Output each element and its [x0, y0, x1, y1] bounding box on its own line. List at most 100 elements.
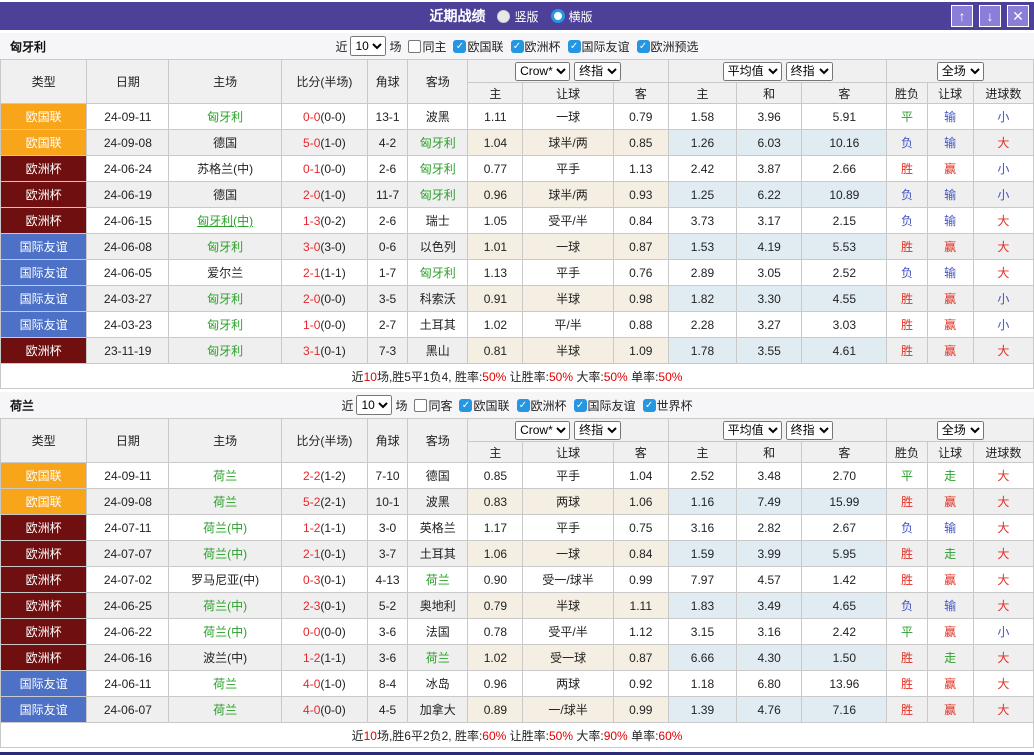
same-home-checkbox[interactable] — [408, 40, 421, 53]
avg-draw: 4.57 — [737, 567, 802, 593]
league-checkbox-1[interactable]: ✓ — [511, 40, 524, 53]
odds-handicap: 平/半 — [523, 312, 613, 338]
summary-segment: 让胜率: — [506, 729, 549, 743]
close-button[interactable]: ✕ — [1007, 5, 1029, 27]
move-up-button[interactable]: ↑ — [951, 5, 973, 27]
odds-away: 0.99 — [613, 697, 668, 723]
matches-label: 场 — [395, 397, 407, 414]
match-row: 国际友谊24-03-23匈牙利1-0(0-0)2-7土耳其1.02平/半0.88… — [1, 312, 1034, 338]
match-date: 24-03-23 — [87, 312, 169, 338]
avg-final-select[interactable]: 终指 — [786, 62, 833, 81]
result-winloss: 胜 — [887, 312, 927, 338]
result-handicap: 赢 — [927, 234, 973, 260]
league-checkbox-0[interactable]: ✓ — [453, 40, 466, 53]
odds-handicap: 半球 — [523, 593, 613, 619]
match-date: 24-06-08 — [87, 234, 169, 260]
radio-icon[interactable] — [551, 9, 565, 23]
avg-company-select[interactable]: 平均值 — [723, 421, 782, 440]
odds-away: 1.13 — [613, 156, 668, 182]
avg-away: 2.70 — [802, 463, 887, 489]
match-row: 欧洲杯24-07-02罗马尼亚(中)0-3(0-1)4-13荷兰0.90受一/球… — [1, 567, 1034, 593]
avg-draw: 3.17 — [737, 208, 802, 234]
league-checkbox-2[interactable]: ✓ — [574, 399, 587, 412]
recent-count-select[interactable]: 10 — [350, 36, 386, 56]
odds-handicap: 受一球 — [523, 645, 613, 671]
league-label-0: 欧国联 — [473, 397, 509, 414]
avg-company-select[interactable]: 平均值 — [723, 62, 782, 81]
result-winloss: 平 — [887, 104, 927, 130]
home-team[interactable]: 匈牙利(中) — [169, 208, 281, 234]
odds-company-select[interactable]: Crow* — [515, 421, 570, 440]
same-away-checkbox[interactable] — [414, 399, 427, 412]
result-handicap: 走 — [927, 645, 973, 671]
odds-home: 0.79 — [468, 593, 523, 619]
match-date: 24-03-27 — [87, 286, 169, 312]
avg-draw: 3.96 — [737, 104, 802, 130]
sub-column-header-7: 让球 — [927, 83, 973, 104]
league-checkbox-3[interactable]: ✓ — [637, 40, 650, 53]
radio-vertical-mode[interactable]: 竖版 — [497, 8, 538, 25]
recent-label: 近 — [335, 38, 347, 55]
recent-label: 近 — [341, 397, 353, 414]
radio-horizontal-mode[interactable]: 横版 — [551, 8, 593, 25]
radio-icon[interactable] — [497, 10, 510, 23]
summary-segment: 让胜率: — [506, 370, 549, 384]
move-down-button[interactable]: ↓ — [979, 5, 1001, 27]
same-venue-label: 同主 — [422, 38, 446, 55]
column-header-5: 客场 — [408, 60, 468, 104]
odds-home: 0.96 — [468, 182, 523, 208]
away-team: 科索沃 — [408, 286, 468, 312]
odds-away: 0.99 — [613, 567, 668, 593]
match-date: 24-09-08 — [87, 130, 169, 156]
odds-away: 0.87 — [613, 645, 668, 671]
summary-segment: 50% — [604, 370, 628, 384]
avg-home: 3.15 — [668, 619, 736, 645]
match-score: 0-1(0-0) — [281, 156, 367, 182]
odds-company-select[interactable]: Crow* — [515, 62, 570, 81]
column-header-3: 比分(半场) — [281, 419, 367, 463]
away-team: 匈牙利 — [408, 182, 468, 208]
home-team: 匈牙利 — [169, 104, 281, 130]
fullmatch-select[interactable]: 全场 — [937, 421, 984, 440]
odds-handicap: 一球 — [523, 541, 613, 567]
league-checkbox-3[interactable]: ✓ — [643, 399, 656, 412]
sub-column-header-2: 客 — [613, 442, 668, 463]
odds-handicap: 受一/球半 — [523, 567, 613, 593]
match-score: 2-1(0-1) — [281, 541, 367, 567]
odds-home: 1.17 — [468, 515, 523, 541]
halftime-score: (0-1) — [320, 599, 345, 613]
corner-score: 4-13 — [368, 567, 408, 593]
league-checkbox-2[interactable]: ✓ — [568, 40, 581, 53]
match-score: 4-0(0-0) — [281, 697, 367, 723]
match-type-badge: 欧洲杯 — [1, 515, 87, 541]
odds-final-select[interactable]: 终指 — [574, 421, 621, 440]
result-goals: 大 — [973, 645, 1033, 671]
recent-count-select[interactable]: 10 — [356, 395, 392, 415]
match-score: 1-0(0-0) — [281, 312, 367, 338]
match-type-badge: 欧国联 — [1, 130, 87, 156]
odds-final-select[interactable]: 终指 — [574, 62, 621, 81]
summary-segment: 场,胜5平1负4, 胜率: — [377, 370, 482, 384]
avg-home: 1.59 — [668, 541, 736, 567]
odds-home: 0.89 — [468, 697, 523, 723]
header-dropdown-row: 类型日期主场比分(半场)角球客场Crow*终指平均值终指全场 — [1, 419, 1034, 442]
match-score: 0-3(0-1) — [281, 567, 367, 593]
halftime-score: (0-1) — [320, 573, 345, 587]
result-winloss: 负 — [887, 260, 927, 286]
league-checkbox-1[interactable]: ✓ — [517, 399, 530, 412]
fullmatch-select[interactable]: 全场 — [937, 62, 984, 81]
league-checkbox-0[interactable]: ✓ — [459, 399, 472, 412]
match-row: 欧洲杯24-06-25荷兰(中)2-3(0-1)5-2奥地利0.79半球1.11… — [1, 593, 1034, 619]
fulltime-score: 1-0 — [303, 318, 320, 332]
fulltime-score: 3-0 — [303, 240, 320, 254]
sub-column-header-3: 主 — [668, 442, 736, 463]
result-winloss: 胜 — [887, 489, 927, 515]
avg-final-select[interactable]: 终指 — [786, 421, 833, 440]
result-goals: 大 — [973, 130, 1033, 156]
odds-handicap: 平手 — [523, 156, 613, 182]
halftime-score: (0-0) — [320, 703, 345, 717]
halftime-score: (0-2) — [320, 214, 345, 228]
result-goals: 大 — [973, 593, 1033, 619]
result-goals: 小 — [973, 104, 1033, 130]
avg-home: 1.58 — [668, 104, 736, 130]
